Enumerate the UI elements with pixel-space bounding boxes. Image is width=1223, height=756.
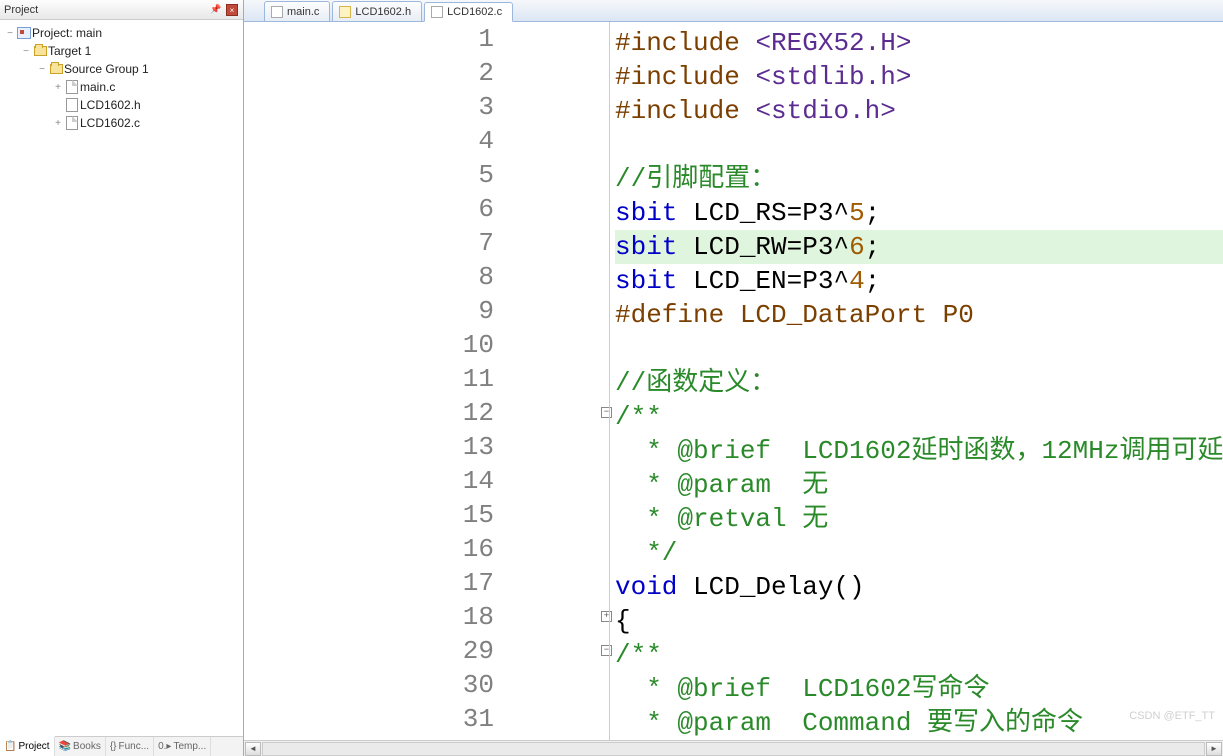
line-number: 6 bbox=[244, 192, 504, 226]
sidebar-bottom-tabs: 📋 Project 📚 Books {} Func... 0.▸ Temp... bbox=[0, 736, 243, 756]
code-line[interactable]: #include <stdio.h> bbox=[615, 94, 1223, 128]
line-number: 17 bbox=[244, 566, 504, 600]
line-number: 13 bbox=[244, 430, 504, 464]
line-number: 30 bbox=[244, 668, 504, 702]
pin-icon[interactable]: 📌 bbox=[209, 3, 223, 17]
code-line[interactable]: sbit LCD_RS=P3^5; bbox=[615, 196, 1223, 230]
code-line[interactable]: sbit LCD_EN=P3^4; bbox=[615, 264, 1223, 298]
gutter-divider bbox=[609, 22, 610, 740]
project-sidebar: Project 📌 × − Project: main − Target 1 −… bbox=[0, 0, 244, 756]
line-number: 16 bbox=[244, 532, 504, 566]
scroll-left-icon[interactable]: ◄ bbox=[245, 742, 261, 756]
tree-label: LCD1602.h bbox=[80, 98, 141, 112]
line-number: 32 bbox=[244, 736, 504, 740]
code-line[interactable]: //函数定义： bbox=[615, 366, 1223, 400]
tree-file[interactable]: + LCD1602.c bbox=[2, 114, 241, 132]
line-number: 18+ bbox=[244, 600, 504, 634]
fold-icon[interactable]: − bbox=[601, 407, 612, 418]
tree-file[interactable]: LCD1602.h bbox=[2, 96, 241, 114]
btab-books[interactable]: 📚 Books bbox=[55, 737, 106, 756]
tab-main-c[interactable]: main.c bbox=[264, 1, 330, 21]
line-number: 7 bbox=[244, 226, 504, 260]
tab-lcd1602-h[interactable]: LCD1602.h bbox=[332, 1, 422, 21]
code-line[interactable]: */ bbox=[615, 536, 1223, 570]
line-number: 29− bbox=[244, 634, 504, 668]
line-number: 5 bbox=[244, 158, 504, 192]
code-line[interactable] bbox=[615, 128, 1223, 162]
code-line[interactable]: //引脚配置： bbox=[615, 162, 1223, 196]
horizontal-scrollbar[interactable]: ◄ ► bbox=[244, 740, 1223, 756]
scroll-right-icon[interactable]: ► bbox=[1206, 742, 1222, 756]
panel-title: Project bbox=[4, 4, 207, 16]
line-number: 11 bbox=[244, 362, 504, 396]
tree-group[interactable]: − Source Group 1 bbox=[2, 60, 241, 78]
line-number: 12− bbox=[244, 396, 504, 430]
line-number: 15 bbox=[244, 498, 504, 532]
project-panel-header: Project 📌 × bbox=[0, 0, 243, 20]
btab-project[interactable]: 📋 Project bbox=[0, 736, 55, 756]
line-number: 2 bbox=[244, 56, 504, 90]
tree-label: Project: main bbox=[32, 26, 102, 40]
code-line[interactable]: #define LCD_DataPort P0 bbox=[615, 298, 1223, 332]
code-line[interactable]: * @retval 无 bbox=[615, 502, 1223, 536]
tree-file[interactable]: + main.c bbox=[2, 78, 241, 96]
line-number: 1 bbox=[244, 22, 504, 56]
line-number: 14 bbox=[244, 464, 504, 498]
btab-functions[interactable]: {} Func... bbox=[106, 737, 154, 756]
line-number: 10 bbox=[244, 328, 504, 362]
tree-label: Source Group 1 bbox=[64, 62, 149, 76]
code-line[interactable]: { bbox=[615, 604, 1223, 638]
code-line[interactable]: * @brief LCD1602写命令 bbox=[615, 672, 1223, 706]
watermark: CSDN @ETF_TT bbox=[1129, 710, 1215, 722]
project-tree[interactable]: − Project: main − Target 1 − Source Grou… bbox=[0, 20, 243, 736]
line-number: 9 bbox=[244, 294, 504, 328]
line-number: 4 bbox=[244, 124, 504, 158]
fold-icon[interactable]: + bbox=[601, 611, 612, 622]
close-icon[interactable]: × bbox=[225, 3, 239, 17]
tree-label: main.c bbox=[80, 80, 115, 94]
editor-tabbar: main.c LCD1602.h LCD1602.c bbox=[244, 0, 1223, 22]
code-line[interactable]: void LCD_Delay() bbox=[615, 570, 1223, 604]
code-line[interactable]: #include <REGX52.H> bbox=[615, 26, 1223, 60]
tab-lcd1602-c[interactable]: LCD1602.c bbox=[424, 2, 513, 22]
fold-icon[interactable]: − bbox=[601, 645, 612, 656]
code-line[interactable]: /** bbox=[615, 638, 1223, 672]
tree-label: LCD1602.c bbox=[80, 116, 140, 130]
line-number: 3 bbox=[244, 90, 504, 124]
code-line[interactable]: * @param 无 bbox=[615, 468, 1223, 502]
code-line[interactable]: #include <stdlib.h> bbox=[615, 60, 1223, 94]
code-line[interactable]: * @brief LCD1602延时函数，12MHz调用可延时1ms bbox=[615, 434, 1223, 468]
editor-area: main.c LCD1602.h LCD1602.c 1234567891011… bbox=[244, 0, 1223, 756]
code-editor[interactable]: 123456789101112−131415161718+29−303132 #… bbox=[244, 22, 1223, 740]
scroll-track[interactable] bbox=[262, 742, 1205, 756]
code-line[interactable] bbox=[615, 332, 1223, 366]
code-line[interactable]: sbit LCD_RW=P3^6; bbox=[615, 230, 1223, 264]
line-number: 8 bbox=[244, 260, 504, 294]
tree-target[interactable]: − Target 1 bbox=[2, 42, 241, 60]
line-number: 31 bbox=[244, 702, 504, 736]
tree-root[interactable]: − Project: main bbox=[2, 24, 241, 42]
btab-templates[interactable]: 0.▸ Temp... bbox=[154, 737, 211, 756]
tree-label: Target 1 bbox=[48, 44, 91, 58]
code-line[interactable]: /** bbox=[615, 400, 1223, 434]
